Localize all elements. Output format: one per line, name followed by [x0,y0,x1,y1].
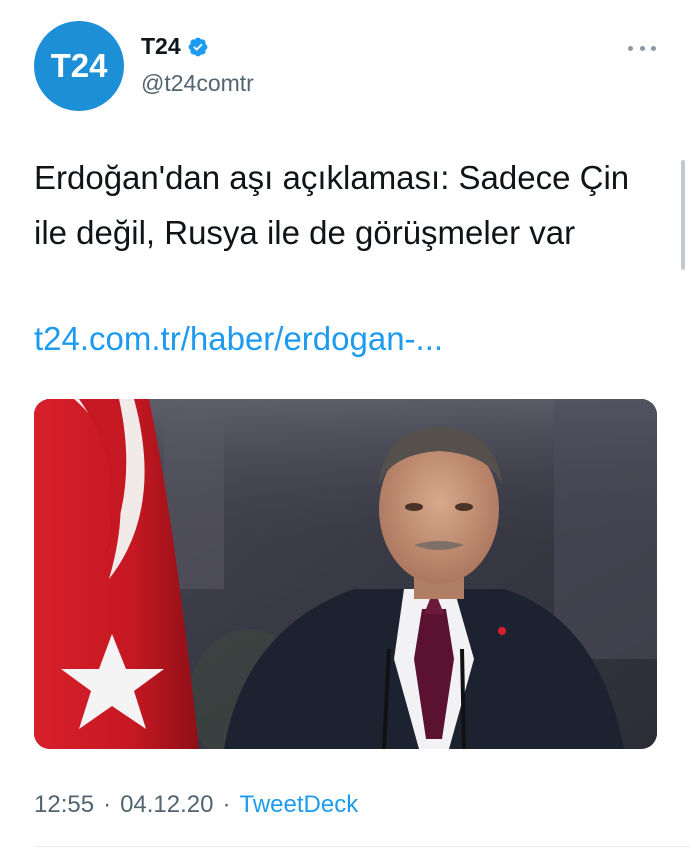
photo-illustration [34,399,657,749]
tweet-time[interactable]: 12:55 [34,791,94,819]
tweet-link[interactable]: t24.com.tr/haber/erdogan-... [34,311,443,366]
tweet-source[interactable]: TweetDeck [239,791,358,819]
display-name[interactable]: T24 [141,33,181,60]
tweet-text: Erdoğan'dan aşı açıklaması: Sadece Çin i… [34,159,630,251]
tweet-date[interactable]: 04.12.20 [120,791,213,819]
meta-separator: · [103,791,112,818]
tweet-card[interactable]: T24 T24 @t24comtr Erdoğan'dan aşı açıkla… [0,0,690,852]
tweet-meta: 12:55 · 04.12.20 · TweetDeck [34,791,358,819]
meta-separator: · [222,791,231,818]
scrollbar[interactable] [681,160,685,270]
author-name-row[interactable]: T24 [141,33,209,60]
divider [34,846,690,847]
verified-badge-icon [187,36,209,58]
author-handle[interactable]: @t24comtr [141,70,254,97]
more-options-icon[interactable] [628,40,656,56]
avatar-logo-text: T24 [50,47,108,84]
avatar[interactable]: T24 [34,21,124,111]
tweet-media-photo[interactable] [34,399,657,749]
